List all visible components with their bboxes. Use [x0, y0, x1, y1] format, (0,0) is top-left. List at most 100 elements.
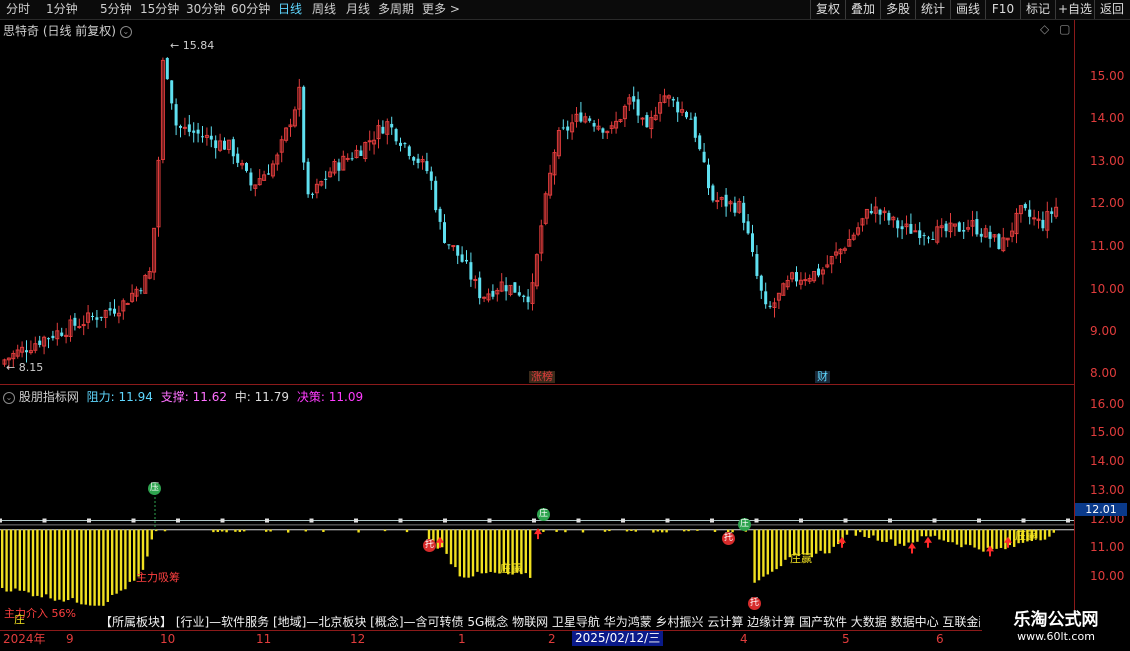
- indicator-bar: [67, 529, 70, 601]
- btn-overlay[interactable]: 叠加: [845, 0, 880, 19]
- candle-body: [711, 185, 715, 201]
- indicator-bar: [762, 529, 765, 577]
- candle-body: [685, 112, 688, 118]
- indicator-bar: [89, 529, 92, 606]
- indicator-bar: [872, 529, 875, 536]
- candle-body: [91, 315, 94, 317]
- candle-body: [381, 126, 385, 134]
- chip-tuo[interactable]: 托: [423, 539, 436, 552]
- indicator-bar: [485, 529, 488, 574]
- candle-body: [99, 316, 103, 318]
- tab-weekly[interactable]: 周线: [312, 1, 336, 18]
- indicator-bar: [97, 529, 101, 606]
- indicator-bar: [14, 529, 17, 589]
- candle-body: [702, 151, 706, 163]
- indicator-bar: [991, 529, 994, 550]
- tab-monthly[interactable]: 月线: [346, 1, 370, 18]
- indicator-bar: [27, 529, 30, 593]
- candle-body: [561, 127, 565, 129]
- tab-multi-period[interactable]: 多周期: [378, 1, 414, 18]
- annotation-label: 主力吸筹: [136, 571, 180, 584]
- candle-body: [456, 245, 460, 256]
- candle-body: [125, 302, 130, 305]
- btn-add-watch[interactable]: +自选: [1055, 0, 1094, 19]
- chip-zhuang[interactable]: 庄: [537, 508, 550, 521]
- indicator-bar: [62, 529, 65, 602]
- candle-body: [751, 233, 754, 253]
- candle-body: [359, 150, 363, 156]
- candle-body: [81, 324, 86, 327]
- indicator-bar: [304, 529, 307, 532]
- window-icon[interactable]: ▢: [1059, 22, 1070, 36]
- tab-1min[interactable]: 1分钟: [46, 1, 78, 18]
- chip-zhuang[interactable]: 庄: [738, 518, 751, 531]
- indicator-bar: [467, 529, 470, 578]
- indicator-bar: [111, 529, 114, 595]
- btn-f10[interactable]: F10: [985, 0, 1020, 19]
- indicator-bar: [656, 529, 659, 532]
- indicator-bar: [832, 529, 835, 547]
- tab-daily[interactable]: 日线: [278, 1, 302, 18]
- line-marker: [443, 518, 447, 523]
- candle-body: [47, 338, 50, 340]
- date-label: 4: [740, 632, 748, 646]
- candle-body: [174, 104, 178, 126]
- tab-15min[interactable]: 15分钟: [140, 1, 179, 18]
- indicator-y-tick: 10.00: [1090, 569, 1125, 583]
- high-price-label: ← 15.84: [170, 39, 215, 52]
- event-label-zhangbang[interactable]: 涨榜: [529, 371, 555, 383]
- indicator-bar: [1039, 529, 1042, 541]
- candle-body: [201, 136, 204, 138]
- event-label-cai[interactable]: 财: [815, 371, 830, 383]
- tab-30min[interactable]: 30分钟: [186, 1, 225, 18]
- date-label: 11: [256, 632, 272, 646]
- btn-draw[interactable]: 画线: [950, 0, 985, 19]
- candle-body: [469, 262, 473, 280]
- candle-body: [182, 126, 187, 129]
- line-marker: [932, 518, 937, 523]
- btn-stats[interactable]: 统计: [915, 0, 950, 19]
- chip-tuo[interactable]: 托: [748, 597, 761, 610]
- candle-body: [139, 290, 143, 292]
- line-marker: [354, 518, 358, 523]
- tab-60min[interactable]: 60分钟: [231, 1, 270, 18]
- indicator-bar: [951, 529, 954, 543]
- btn-mark[interactable]: 标记: [1020, 0, 1055, 19]
- btn-back[interactable]: 返回: [1094, 0, 1129, 19]
- indicator-bar: [771, 529, 774, 572]
- indicator-bar: [216, 529, 219, 532]
- indicator-bar: [564, 529, 567, 533]
- btn-multi-stock[interactable]: 多股: [880, 0, 915, 19]
- indicator-bar: [454, 529, 457, 568]
- line-marker: [1066, 518, 1070, 523]
- tab-fenshi[interactable]: 分时: [6, 1, 30, 18]
- indicator-bar: [480, 529, 483, 574]
- price-y-tick: 10.00: [1090, 282, 1125, 296]
- up-arrow-icon: [924, 536, 932, 548]
- candle-body: [394, 129, 398, 142]
- indicator-bar: [155, 529, 158, 532]
- line-marker: [1021, 518, 1026, 523]
- candle-body: [689, 118, 693, 120]
- btn-fuquan[interactable]: 复权: [810, 0, 845, 19]
- indicator-bar: [603, 529, 607, 532]
- candle-body: [443, 222, 446, 243]
- indicator-bar: [9, 529, 13, 592]
- tab-5min[interactable]: 5分钟: [100, 1, 132, 18]
- diamond-icon[interactable]: ◇: [1040, 22, 1049, 36]
- indicator-bar: [766, 529, 769, 575]
- candle-body: [944, 223, 948, 232]
- chip-tuo[interactable]: 托: [722, 532, 735, 545]
- candle-body: [337, 162, 341, 171]
- indicator-bar: [542, 529, 545, 532]
- candle-body: [425, 161, 429, 172]
- line-marker: [42, 518, 47, 523]
- candlestick-chart[interactable]: [0, 36, 1074, 384]
- chip-ya[interactable]: 压: [148, 482, 161, 495]
- indicator-bar: [608, 529, 611, 532]
- tab-more[interactable]: 更多 >: [422, 1, 460, 18]
- candle-body: [957, 222, 961, 232]
- line-marker: [710, 518, 714, 523]
- indicator-bar: [71, 529, 74, 599]
- candle-body: [676, 101, 680, 113]
